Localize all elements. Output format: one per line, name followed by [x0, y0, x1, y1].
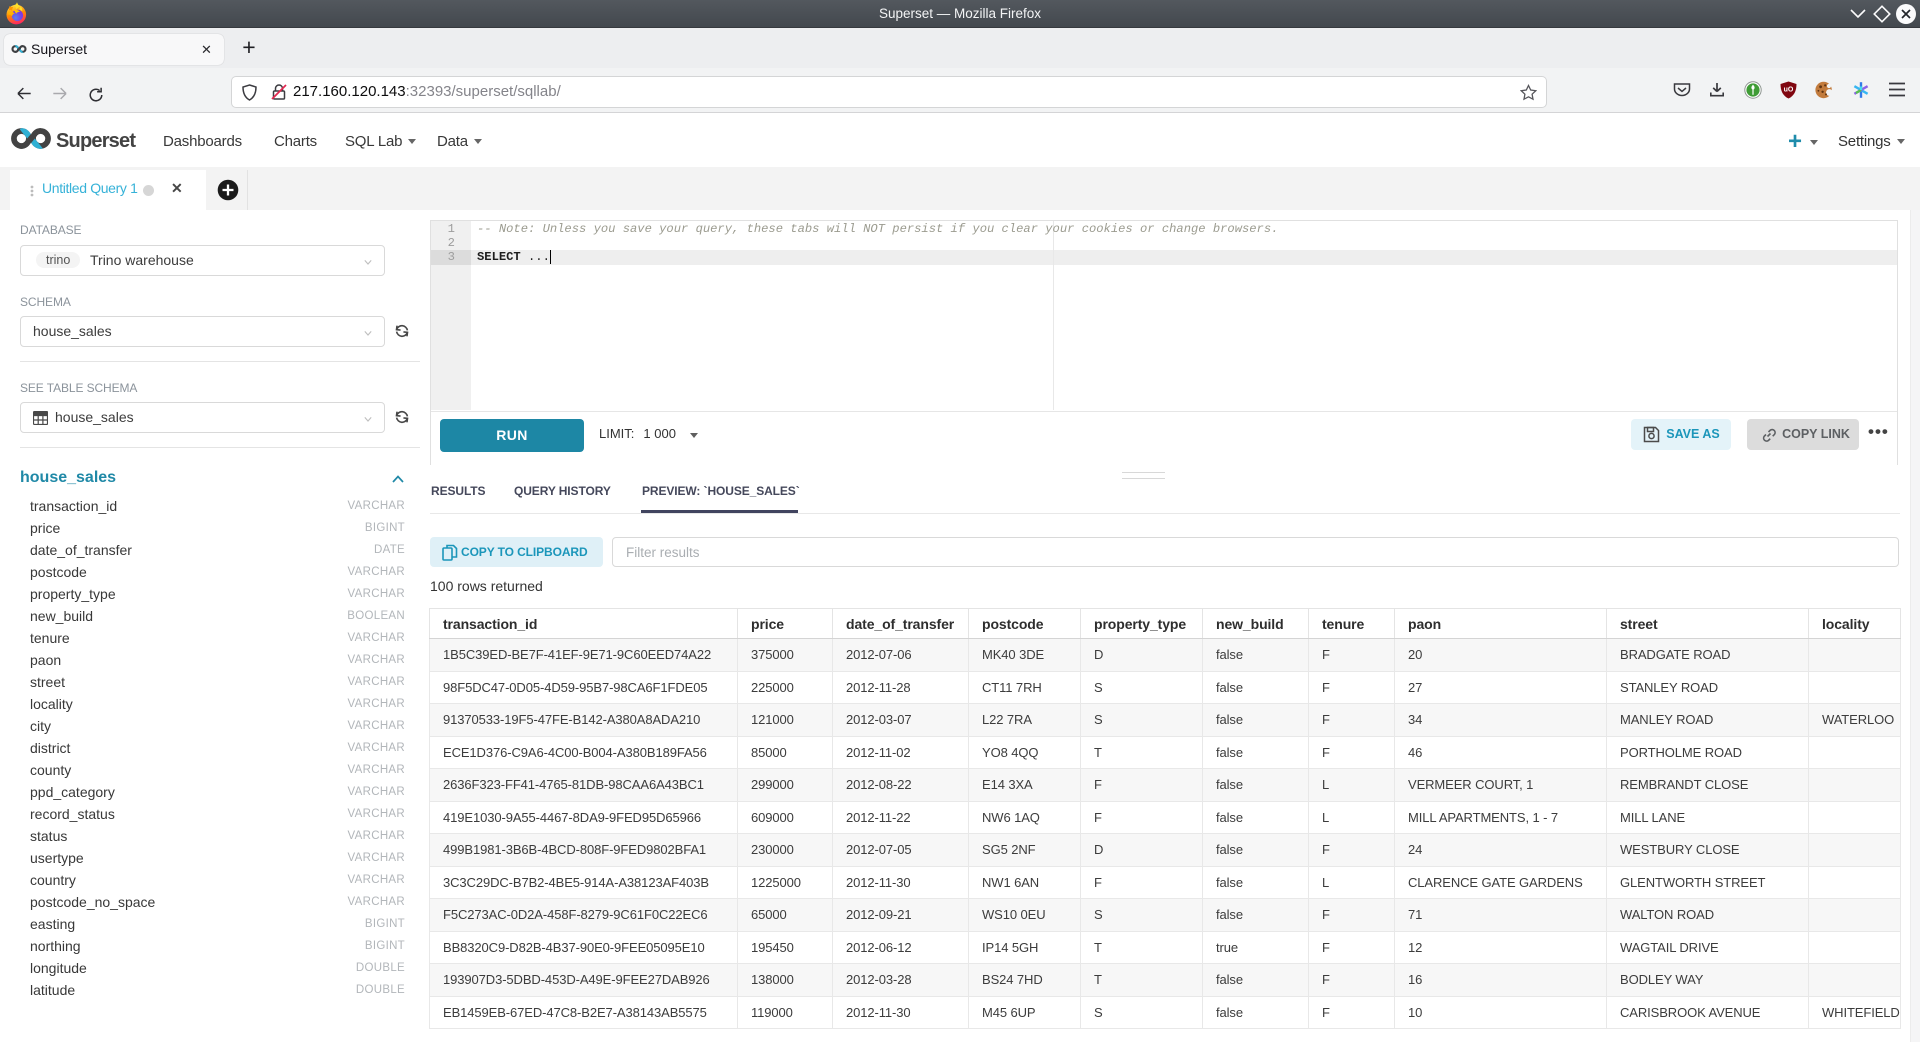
svg-text:uO: uO — [1784, 87, 1794, 94]
